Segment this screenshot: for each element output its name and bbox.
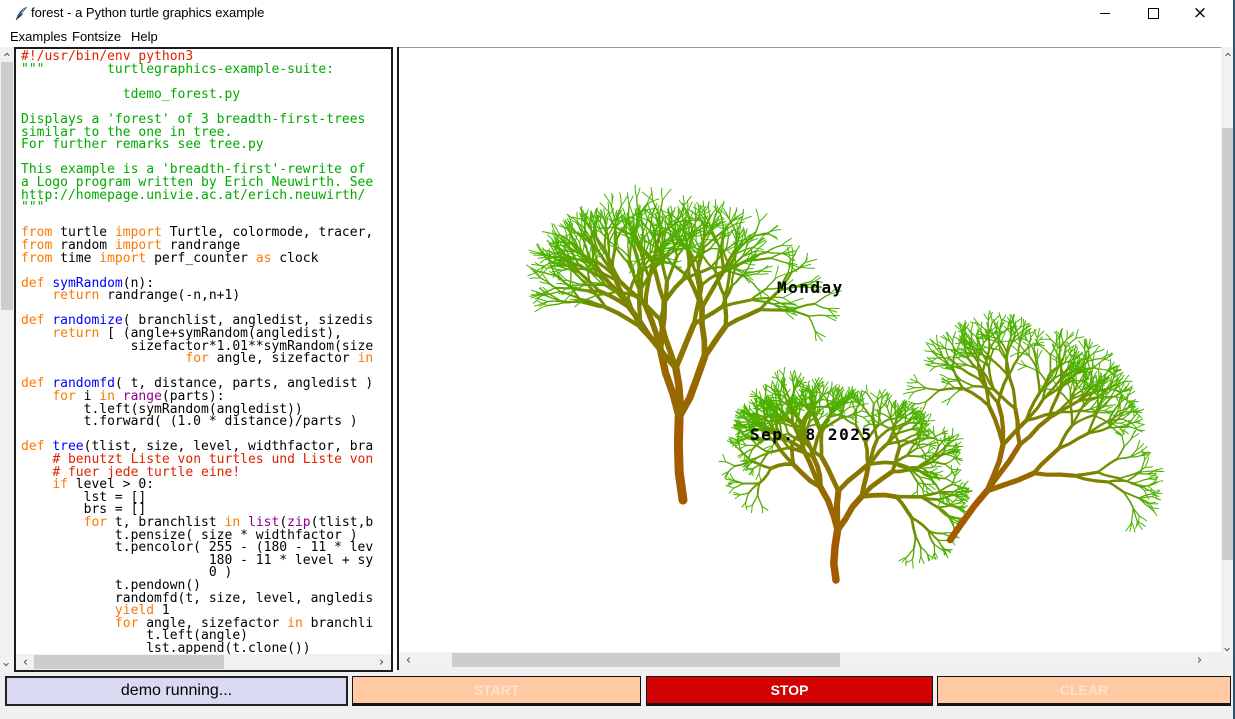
scroll-right-button[interactable]: ›	[374, 654, 389, 670]
close-button[interactable]: ×	[1183, 0, 1217, 26]
chevron-up-icon: ‹	[1221, 52, 1234, 57]
close-icon: ×	[1193, 5, 1207, 22]
status-label: demo running...	[5, 676, 348, 706]
code-horizontal-scrollbar[interactable]: ‹ ›	[16, 654, 391, 670]
start-button[interactable]: START	[352, 676, 641, 706]
code-vertical-scrollbar[interactable]: ‹ ‹	[0, 47, 14, 672]
chevron-down-icon: ‹	[0, 662, 13, 667]
code-line: t.forward( (1.0 * distance)/parts )	[21, 416, 391, 429]
canvas-label-day: Monday	[777, 278, 844, 297]
scroll-up-button[interactable]: ‹	[0, 47, 14, 62]
scroll-down-button[interactable]: ‹	[0, 657, 14, 672]
maximize-button[interactable]	[1136, 0, 1170, 26]
canvas-horizontal-scrollbar[interactable]: ‹ ›	[399, 652, 1209, 668]
canvas-hscroll-thumb[interactable]	[452, 653, 840, 667]
canvas-label-date: Sep. 8 2025	[750, 425, 872, 444]
code-pane: #!/usr/bin/env python3""" turtlegraphics…	[14, 47, 393, 672]
code-line: tdemo_forest.py	[21, 89, 391, 102]
chevron-left-icon: ‹	[23, 656, 28, 669]
chevron-right-icon: ›	[379, 656, 384, 669]
chevron-down-icon: ‹	[1221, 647, 1234, 652]
chevron-up-icon: ‹	[0, 52, 13, 57]
code-line: lst.append(t.clone())	[21, 643, 391, 654]
menu-help[interactable]: Help	[131, 29, 158, 44]
menu-fontsize[interactable]: Fontsize	[72, 29, 121, 44]
tk-feather-icon	[13, 5, 29, 22]
menu-bar: Examples Fontsize Help	[0, 26, 1233, 47]
chevron-right-icon: ›	[1197, 654, 1202, 667]
code-vscroll-thumb[interactable]	[1, 62, 13, 310]
stop-button[interactable]: STOP	[646, 676, 933, 706]
scroll-left-button[interactable]: ‹	[18, 654, 33, 670]
canvas-pane: Monday Sep. 8 2025 ‹ ›	[397, 47, 1222, 670]
canvas-vertical-scrollbar[interactable]: ‹ ‹	[1221, 47, 1234, 657]
minimize-button[interactable]	[1088, 0, 1122, 26]
code-line: For further remarks see tree.py	[21, 139, 391, 152]
code-hscroll-thumb[interactable]	[34, 655, 224, 669]
code-line: """	[21, 202, 391, 215]
window-title: forest - a Python turtle graphics exampl…	[31, 5, 264, 20]
scroll-up-button[interactable]: ‹	[1221, 47, 1234, 62]
code-line: """ turtlegraphics-example-suite:	[21, 64, 391, 77]
minimize-icon	[1100, 13, 1110, 14]
status-bar: demo running... START STOP CLEAR	[0, 676, 1233, 706]
forest-svg	[399, 48, 1222, 652]
code-line: return randrange(-n,n+1)	[21, 290, 391, 303]
chevron-left-icon: ‹	[406, 654, 411, 667]
scroll-down-button[interactable]: ‹	[1221, 642, 1234, 657]
code-editor[interactable]: #!/usr/bin/env python3""" turtlegraphics…	[16, 49, 391, 654]
chevron-right-button[interactable]: ›	[1192, 652, 1207, 668]
code-line: http://homepage.univie.ac.at/erich.neuwi…	[21, 190, 391, 203]
turtle-canvas: Monday Sep. 8 2025	[399, 47, 1222, 652]
menu-examples[interactable]: Examples	[10, 29, 67, 44]
code-line: for angle, sizefactor in	[21, 353, 391, 366]
title-bar: forest - a Python turtle graphics exampl…	[0, 0, 1233, 26]
canvas-vscroll-thumb[interactable]	[1222, 128, 1233, 560]
clear-button[interactable]: CLEAR	[937, 676, 1231, 706]
app-window: forest - a Python turtle graphics exampl…	[0, 0, 1235, 719]
code-line: from time import perf_counter as clock	[21, 253, 391, 266]
chevron-left-button[interactable]: ‹	[401, 652, 416, 668]
maximize-icon	[1148, 8, 1159, 19]
